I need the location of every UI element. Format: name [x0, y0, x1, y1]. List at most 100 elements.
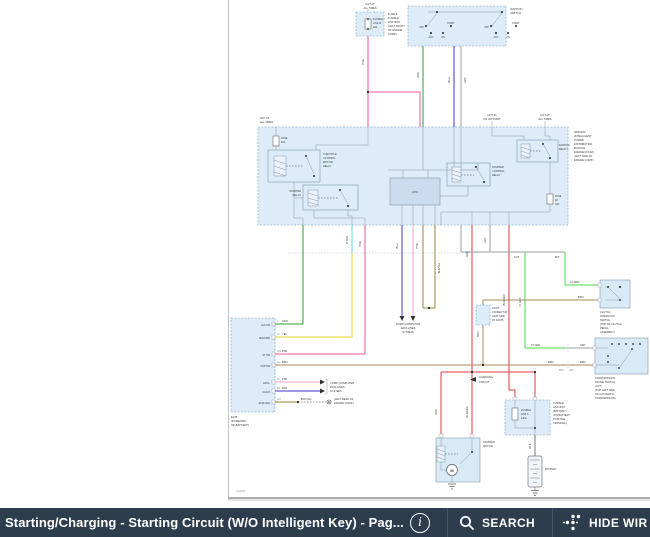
- ecm-caption: OF BATTERY): [231, 423, 249, 427]
- sw-pos: ACC: [493, 36, 498, 39]
- caption: (TOP OF CLUTCH: [600, 322, 622, 326]
- wire-color-label: BLK: [528, 443, 532, 448]
- starter-motor: M STARTER MOTOR: [436, 434, 495, 489]
- joint-connector: JOINT CONNECTOR (LEFT SIDE OF DASH): [476, 305, 508, 325]
- caption: COMP.): [388, 32, 397, 36]
- ipdm-caption: IPDM E/R: [574, 130, 586, 134]
- charging-caption: CIRCUIT: [479, 380, 490, 384]
- ecm-pin-label: SEN PWR: [259, 337, 270, 340]
- ignition-switch-box: OFF ACC ON START OFF ACC ON START IGNITI…: [408, 6, 522, 46]
- caption: FUSIBLE: [388, 16, 399, 20]
- ecm-pin-number: 105: [277, 350, 282, 353]
- search-label: SEARCH: [482, 516, 535, 530]
- info-button[interactable]: i: [410, 513, 430, 533]
- wire-color-label: BLK/YEL: [437, 262, 441, 273]
- caption: JOINT: [492, 307, 499, 310]
- comp-caption: COMP (COMPUTER: [396, 322, 420, 326]
- wire-color-label: GRN: [282, 319, 288, 323]
- cvt-label: CVT: [514, 255, 520, 259]
- cpu-label: CPU: [412, 190, 418, 194]
- caption: (TOP LEFT SIDE: [595, 388, 615, 392]
- caption: SWITCH: [600, 318, 610, 322]
- relay-caption: STARTER: [492, 165, 504, 169]
- caption: OF ENGINE: [388, 28, 403, 32]
- charging-caption: CHARGING: [479, 375, 493, 379]
- caption: OF AUTOMATIC: [595, 392, 614, 396]
- relay-caption: CONTROL: [323, 156, 336, 160]
- ecm-pin-label: CAN-H: [262, 391, 270, 394]
- hot-label: HOT IN: [488, 113, 497, 117]
- fuse-label: 140A: [521, 417, 527, 420]
- fuse-label: 10A: [555, 203, 560, 206]
- wire-color-label: GRN: [416, 72, 420, 78]
- wire-color-label: LT GRN: [531, 343, 540, 347]
- clutch-interlock-switch: CLUTCH INTERLOCK SWITCH (TOP OF CLUTCH P…: [598, 280, 630, 334]
- ipdm-caption: (INTELLIGENT: [574, 134, 592, 138]
- wire-color-label: BLK/RED: [465, 406, 469, 417]
- caption: LINK BOX: [553, 405, 565, 409]
- wire-color-label: BLU: [282, 386, 287, 390]
- wire-color-label: PNK: [415, 243, 419, 249]
- wire-color-label: BRN: [476, 331, 480, 337]
- relay-caption: MOTOR: [323, 160, 333, 164]
- caption: SWITCH: [510, 11, 521, 15]
- wiring-diagram[interactable]: HOT AT ALL TIMES FUSIBLE LINK M 40A FUSE…: [228, 0, 650, 502]
- ecm-pin-number: 2: [277, 320, 279, 323]
- ecm-pin-label: CAN-L: [263, 382, 271, 385]
- fuse-label: 10A: [281, 141, 286, 144]
- wire-color-label: BRN: [580, 360, 586, 364]
- comp-caption: SYSTEM): [330, 389, 342, 393]
- top-wires: PNK GRN BLU GRY HOT IN ON OR START HOT A…: [361, 36, 552, 127]
- wire-color-label: PNK: [282, 377, 288, 381]
- relay-caption: RELAY: [293, 193, 302, 197]
- search-button[interactable]: SEARCH: [459, 508, 535, 537]
- ecm-pin-label: ST SW: [262, 354, 270, 357]
- caption: MOTOR: [483, 444, 493, 448]
- hot-label: ALL TIMES: [363, 6, 376, 10]
- caption: CLUTCH: [600, 310, 611, 314]
- sw-pos: OFF: [484, 26, 489, 29]
- fuse-label: FUSIBLE: [373, 18, 383, 21]
- hide-wire-colors-button[interactable]: HIDE WIR: [562, 508, 648, 537]
- wire-color-label: BRN: [282, 360, 288, 364]
- caption: PEDAL: [600, 326, 609, 330]
- wire-color-label: GRY: [580, 343, 586, 347]
- fuse-label: LINK A: [521, 413, 529, 416]
- caption: (LEFT SIDE: [492, 315, 505, 318]
- fuse-label: 40A: [373, 26, 378, 29]
- relay-caption: THROTTLE: [323, 152, 337, 156]
- caption: TRANSMISSION: [595, 376, 615, 380]
- ipdm-caption: POWER: [574, 138, 584, 142]
- caption: POSITIVE: [553, 417, 565, 421]
- wire-color-label: LT GRN: [570, 280, 579, 284]
- ecm-pin-label: IGN SW: [261, 324, 271, 327]
- wire-color-label: BLU: [447, 77, 451, 82]
- caption: TRANSMISSION): [595, 396, 616, 400]
- hide-wire-colors-label: HIDE WIR: [589, 516, 648, 530]
- wire-color-label: RED: [465, 251, 469, 257]
- relay-caption: RELAY: [492, 173, 501, 177]
- wire-color-label: BRN: [578, 295, 584, 299]
- caption: LINK BOX: [388, 20, 400, 24]
- ipdm-caption: (LEFT SIDE OF: [574, 154, 593, 158]
- ecm-pin-number: 127: [277, 398, 282, 401]
- caption: FUSE &: [388, 12, 398, 16]
- wire-color-label: BLU: [395, 243, 399, 248]
- caption: RANGE SWITCH: [595, 380, 615, 384]
- relay-caption: CONTROL: [492, 169, 505, 173]
- hot-label: HOT AT: [260, 116, 270, 120]
- ecm-pin-number: 111: [277, 361, 281, 364]
- connector-id: C30: [569, 369, 574, 372]
- mt-label: M/T: [555, 255, 560, 259]
- wire-color-label: BRN: [548, 360, 554, 364]
- caption: (BATTERY): [553, 409, 567, 413]
- ipdm-box: HOT AT ALL TIMES FUSE 10A THROTTL: [258, 116, 594, 225]
- fuse-label: FUSIBLE: [521, 409, 531, 412]
- battery: BATTERY: [528, 435, 557, 496]
- transmission-range-switch: TRANSMISSION RANGE SWITCH (CVT) (TOP LEF…: [593, 338, 648, 400]
- caption: STARTER: [483, 440, 495, 444]
- sw-pos: ACC: [428, 36, 433, 39]
- wire-color-label: YEL: [282, 332, 287, 336]
- ipdm-caption: MODULE: [574, 146, 585, 150]
- relay-caption: RELAY: [323, 164, 332, 168]
